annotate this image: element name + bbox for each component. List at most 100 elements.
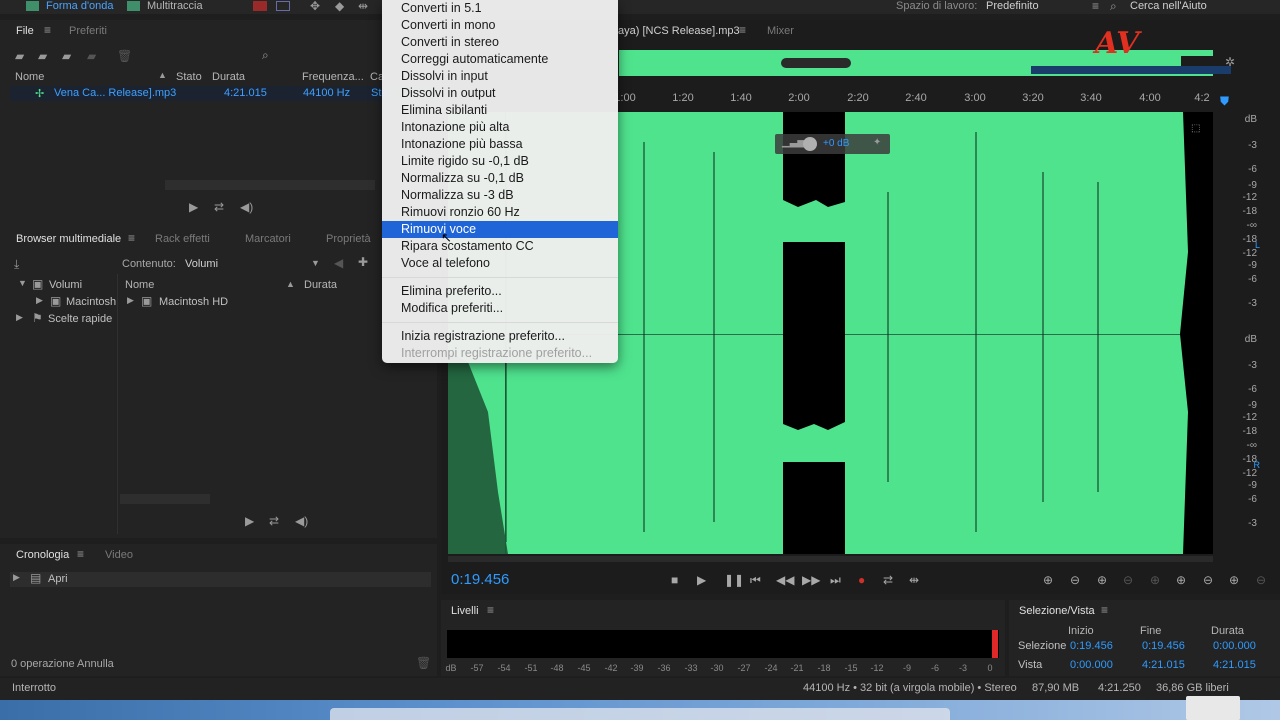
menu-item-convert-mono[interactable]: Converti in mono (382, 17, 618, 34)
tab-waveform[interactable]: Forma d'onda (46, 0, 114, 12)
zoom-reset-icon[interactable]: ⊖ (1256, 573, 1266, 587)
menu-item-convert-51[interactable]: Converti in 5.1 (382, 0, 618, 17)
slip-tool-icon[interactable]: ⇹ (358, 0, 368, 12)
volume-icon[interactable]: ◀) (295, 515, 308, 527)
horizontal-scrollbar[interactable] (165, 180, 375, 190)
list-column-duration[interactable]: Durata (304, 279, 337, 291)
menu-item-normalize-3[interactable]: Normalizza su -3 dB (382, 187, 618, 204)
menu-item-remove-hum[interactable]: Rimuovi ronzio 60 Hz (382, 204, 618, 221)
rewind-icon[interactable]: ◀◀ (776, 573, 794, 587)
tree-item-volumes[interactable]: Volumi (49, 279, 82, 291)
menu-item-repair-dc[interactable]: Ripara scostamento CC (382, 238, 618, 255)
channel-right-label[interactable]: R (1254, 460, 1261, 470)
hud-collapse-icon[interactable]: ⬚ (1191, 124, 1200, 134)
tab-history[interactable]: Cronologia (16, 549, 69, 561)
search-files-icon[interactable]: ⌕ (262, 49, 269, 61)
zoom-full-icon[interactable]: ⊕ (1229, 573, 1239, 587)
fast-forward-icon[interactable]: ▶▶ (802, 573, 820, 587)
tab-file[interactable]: File (16, 25, 34, 37)
play-icon[interactable]: ▶ (697, 573, 706, 587)
expand-icon[interactable]: ▶ (16, 313, 23, 322)
tab-presets[interactable]: Preferiti (69, 25, 107, 37)
view-duration[interactable]: 4:21.015 (1213, 659, 1256, 671)
tree-item-macintosh[interactable]: Macintosh (66, 296, 116, 308)
editor-tab[interactable]: aya) [NCS Release].mp3 (618, 25, 740, 37)
chevron-down-icon[interactable]: ▼ (311, 259, 320, 268)
expand-icon[interactable]: ▶ (127, 296, 134, 305)
panel-menu-icon[interactable]: ≡ (487, 604, 494, 616)
content-select[interactable]: Volumi (185, 258, 218, 270)
levels-title[interactable]: Livelli (451, 605, 479, 617)
selection-end[interactable]: 0:19.456 (1142, 640, 1185, 652)
selection-duration[interactable]: 0:00.000 (1213, 640, 1256, 652)
import-icon[interactable]: ⤓ (14, 258, 19, 270)
insert-icon[interactable]: ▰ (87, 50, 96, 62)
tab-effects-rack[interactable]: Rack effetti (155, 233, 210, 245)
current-time[interactable]: 0:19.456 (451, 571, 509, 588)
record-toolbar-icon[interactable] (253, 1, 267, 11)
zoom-in-point-icon[interactable]: ⊕ (1176, 573, 1186, 587)
editor-hscroll[interactable] (448, 556, 1213, 562)
loop-playback-icon[interactable]: ⇄ (883, 573, 893, 587)
expand-icon[interactable]: ▶ (36, 296, 43, 305)
tab-media-browser[interactable]: Browser multimediale (16, 233, 121, 245)
menu-item-fade-out[interactable]: Dissolvi in output (382, 85, 618, 102)
stop-icon[interactable]: ■ (671, 573, 678, 587)
zoom-in-time-icon[interactable]: ⊕ (1097, 573, 1107, 587)
list-column-name[interactable]: Nome (125, 279, 154, 291)
record-icon[interactable]: ● (858, 573, 865, 587)
zoom-out-point-icon[interactable]: ⊖ (1203, 573, 1213, 587)
tab-markers[interactable]: Marcatori (245, 233, 291, 245)
tree-divider[interactable] (117, 274, 118, 534)
panel-menu-icon[interactable]: ≡ (1101, 604, 1108, 616)
channel-left-label[interactable]: L (1255, 240, 1260, 250)
play-icon[interactable]: ▶ (189, 201, 198, 213)
zoom-in-amplitude-icon[interactable]: ⊕ (1043, 573, 1053, 587)
menu-item-fade-in[interactable]: Dissolvi in input (382, 68, 618, 85)
menu-item-normalize-01[interactable]: Normalizza su -0,1 dB (382, 170, 618, 187)
new-file-icon[interactable]: ▰ (62, 50, 71, 62)
menu-item-delete-favorite[interactable]: Elimina preferito... (382, 283, 618, 300)
menu-item-convert-stereo[interactable]: Converti in stereo (382, 34, 618, 51)
menu-item-edit-favorites[interactable]: Modifica preferiti... (382, 300, 618, 317)
time-ruler[interactable]: 1:00 1:20 1:40 2:00 2:20 2:40 3:00 3:20 … (614, 90, 1214, 110)
zoom-marker-icon[interactable]: ⛊ (1220, 94, 1229, 109)
delete-icon[interactable]: 🗑 (117, 50, 132, 62)
zoom-out-amplitude-icon[interactable]: ⊖ (1070, 573, 1080, 587)
view-start[interactable]: 0:00.000 (1070, 659, 1113, 671)
skip-back-icon[interactable]: ⏮ (750, 573, 761, 588)
selection-view-title[interactable]: Selezione/Vista (1019, 605, 1095, 617)
add-shortcut-icon[interactable]: ✚ (358, 256, 368, 268)
tab-properties[interactable]: Proprietà (326, 233, 371, 245)
hud-panel[interactable]: ▁▃▅ +0 dB ✦ (775, 134, 890, 154)
menu-item-remove-vocals[interactable]: Rimuovi voce (382, 221, 618, 238)
menu-item-deesser[interactable]: Elimina sibilanti (382, 102, 618, 119)
loop-icon[interactable]: ⇄ (214, 201, 224, 213)
pause-icon[interactable]: ❚❚ (724, 573, 744, 587)
panel-menu-icon[interactable]: ≡ (44, 24, 51, 36)
selection-start[interactable]: 0:19.456 (1070, 640, 1113, 652)
workspace-value[interactable]: Predefinito (986, 0, 1039, 12)
panel-menu-icon[interactable]: ≡ (77, 548, 84, 560)
close-tab-icon[interactable]: ≡ (739, 24, 746, 36)
delete-icon[interactable]: 🗑 (416, 657, 431, 669)
view-end[interactable]: 4:21.015 (1142, 659, 1185, 671)
menu-item-start-recording[interactable]: Inizia registrazione preferito... (382, 328, 618, 345)
razor-tool-icon[interactable]: ◆ (335, 0, 344, 12)
menu-item-pitch-up[interactable]: Intonazione più alta (382, 119, 618, 136)
move-tool-icon[interactable]: ✥ (310, 0, 320, 12)
workspace-menu-icon[interactable]: ≡ (1092, 0, 1099, 12)
clip-indicator[interactable] (992, 630, 998, 658)
tab-video[interactable]: Video (105, 549, 133, 561)
column-status[interactable]: Stato (176, 71, 202, 83)
import-file-icon[interactable]: ▰ (38, 50, 47, 62)
history-item-row[interactable]: ▶ ▤ Apri (10, 572, 431, 587)
open-file-icon[interactable]: ▰ (15, 50, 24, 62)
skip-selection-icon[interactable]: ⇹ (909, 573, 919, 587)
column-duration[interactable]: Durata (212, 71, 245, 83)
tab-mixer[interactable]: Mixer (767, 25, 794, 37)
search-icon[interactable]: ⌕ (1110, 0, 1117, 12)
search-help-input[interactable]: Cerca nell'Aiuto (1130, 0, 1207, 12)
zoom-selection-icon[interactable]: ⊕ (1150, 573, 1160, 587)
menu-item-hard-limit[interactable]: Limite rigido su -0,1 dB (382, 153, 618, 170)
